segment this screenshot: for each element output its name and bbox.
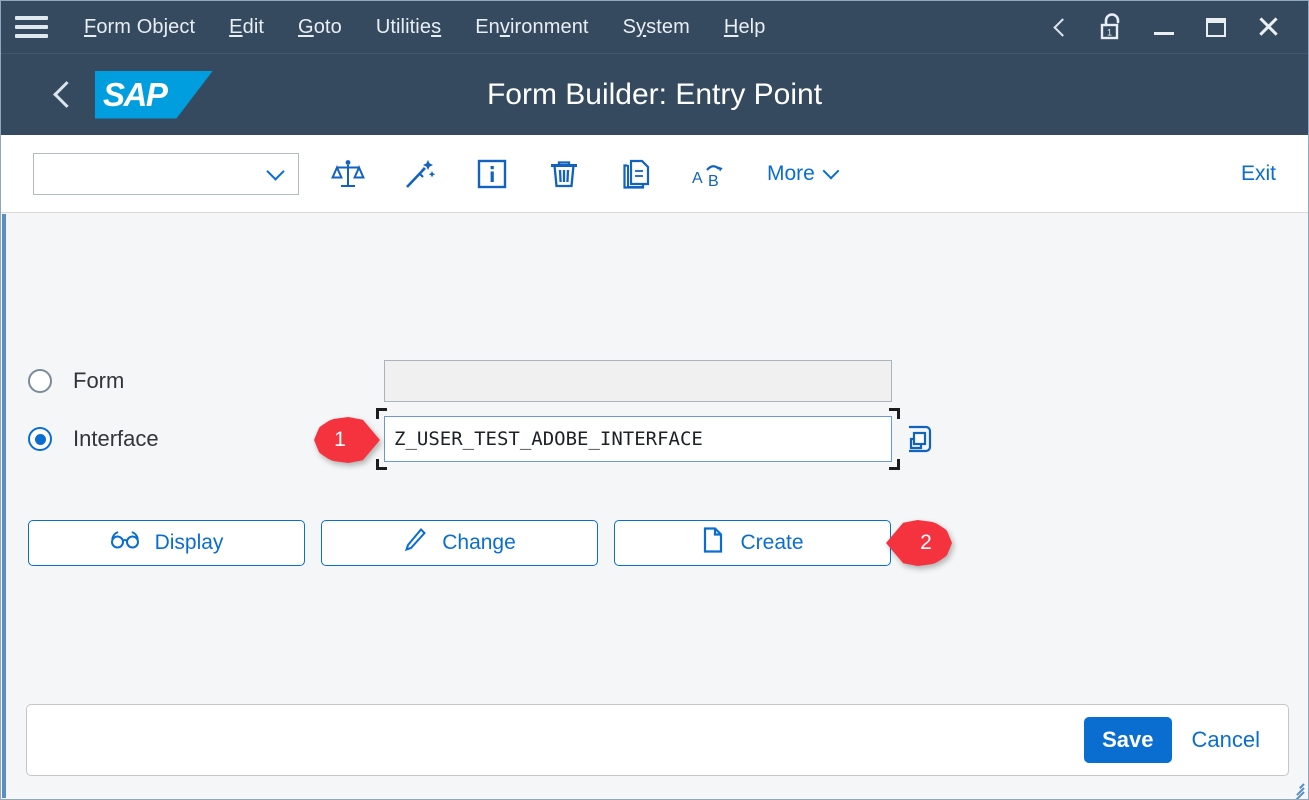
annotation-marker-2: 2: [886, 520, 952, 566]
menu-item-form-object[interactable]: Form Object: [67, 12, 212, 43]
interface-option-row: Interface Z_USER_TEST_ADOBE_INTERFACE 1: [6, 408, 1307, 470]
more-menu-button[interactable]: More: [767, 161, 840, 186]
interface-name-field-wrap: [376, 408, 940, 470]
radio-form-cell[interactable]: Form: [6, 368, 384, 394]
radio-form[interactable]: [28, 369, 52, 393]
radio-interface-label: Interface: [73, 426, 159, 451]
minimize-icon[interactable]: [1138, 1, 1190, 53]
change-button-label: Change: [442, 531, 516, 554]
annotation-marker-1-number: 1: [334, 428, 346, 451]
change-button[interactable]: Change: [321, 520, 598, 566]
cancel-button[interactable]: Cancel: [1180, 717, 1272, 763]
sap-logo: SAP: [95, 70, 213, 119]
form-name-field-wrap: [384, 360, 892, 402]
magic-wand-icon[interactable]: [397, 151, 443, 197]
menu-item-environment[interactable]: Environment: [458, 12, 605, 43]
menu-item-goto[interactable]: Goto: [281, 12, 359, 43]
sap-logo-text: SAP: [103, 75, 168, 113]
menu-item-system[interactable]: System: [606, 12, 707, 43]
create-button-label: Create: [740, 531, 804, 554]
annotation-marker-1: 1: [314, 417, 380, 463]
chevron-down-icon: [266, 161, 285, 181]
resize-grip-icon[interactable]: [1288, 780, 1305, 799]
menu-item-edit[interactable]: Edit: [212, 12, 281, 43]
back-chevron-icon[interactable]: [35, 81, 91, 108]
annotation-marker-2-number: 2: [920, 531, 932, 554]
interface-name-input[interactable]: [384, 416, 892, 462]
copy-icon[interactable]: [613, 151, 659, 197]
focus-corner-icon: [889, 459, 900, 470]
object-type-select[interactable]: [33, 152, 299, 195]
close-icon[interactable]: [1242, 1, 1294, 53]
value-help-icon[interactable]: [902, 416, 940, 462]
menu-bar: Form Object Edit Goto Utilities Environm…: [1, 1, 1308, 53]
content-area: Form Interface Z_USER_TEST_ADOBE_INTERFA…: [2, 214, 1307, 799]
form-name-input: [384, 360, 892, 402]
lock-icon[interactable]: 1: [1086, 1, 1138, 53]
svg-text:B: B: [708, 173, 719, 190]
radio-form-label: Form: [73, 368, 125, 393]
display-button-label: Display: [154, 531, 224, 554]
sap-form-builder-window: Form Object Edit Goto Utilities Environm…: [0, 0, 1309, 800]
create-button[interactable]: Create: [614, 520, 891, 566]
form-option-row: Form: [6, 354, 1307, 408]
glasses-icon: [110, 530, 140, 556]
entry-point-form: Form Interface Z_USER_TEST_ADOBE_INTERFA…: [6, 214, 1307, 566]
rename-ab-icon[interactable]: A B: [685, 151, 731, 197]
menu-item-list: Form Object Edit Goto Utilities Environm…: [67, 12, 782, 43]
title-bar: SAP Form Builder: Entry Point: [1, 53, 1308, 135]
save-button[interactable]: Save: [1084, 717, 1172, 763]
focus-corner-icon: [889, 408, 900, 419]
compare-scale-icon[interactable]: [325, 151, 371, 197]
info-icon[interactable]: [469, 151, 515, 197]
delete-trash-icon[interactable]: [541, 151, 587, 197]
interface-name-input-focus: [376, 408, 900, 470]
back-chevron-icon[interactable]: [1034, 1, 1086, 53]
svg-text:A: A: [692, 170, 703, 187]
chevron-down-icon: [822, 162, 840, 180]
maximize-icon[interactable]: [1190, 1, 1242, 53]
exit-button[interactable]: Exit: [1241, 162, 1276, 186]
svg-text:1: 1: [1107, 28, 1112, 38]
footer-bar: Save Cancel: [26, 704, 1289, 776]
document-page-icon: [701, 526, 725, 560]
menu-item-utilities[interactable]: Utilities: [359, 12, 458, 43]
hamburger-menu-icon[interactable]: [15, 12, 49, 42]
action-button-row: Display Change Create 2: [6, 520, 1307, 566]
radio-interface[interactable]: [28, 427, 52, 451]
more-menu-label: More: [767, 161, 815, 185]
menu-item-help[interactable]: Help: [707, 12, 783, 43]
display-button[interactable]: Display: [28, 520, 305, 566]
pencil-icon: [403, 527, 427, 559]
window-controls: 1: [1034, 1, 1294, 53]
toolbar: A B More Exit: [1, 135, 1308, 213]
